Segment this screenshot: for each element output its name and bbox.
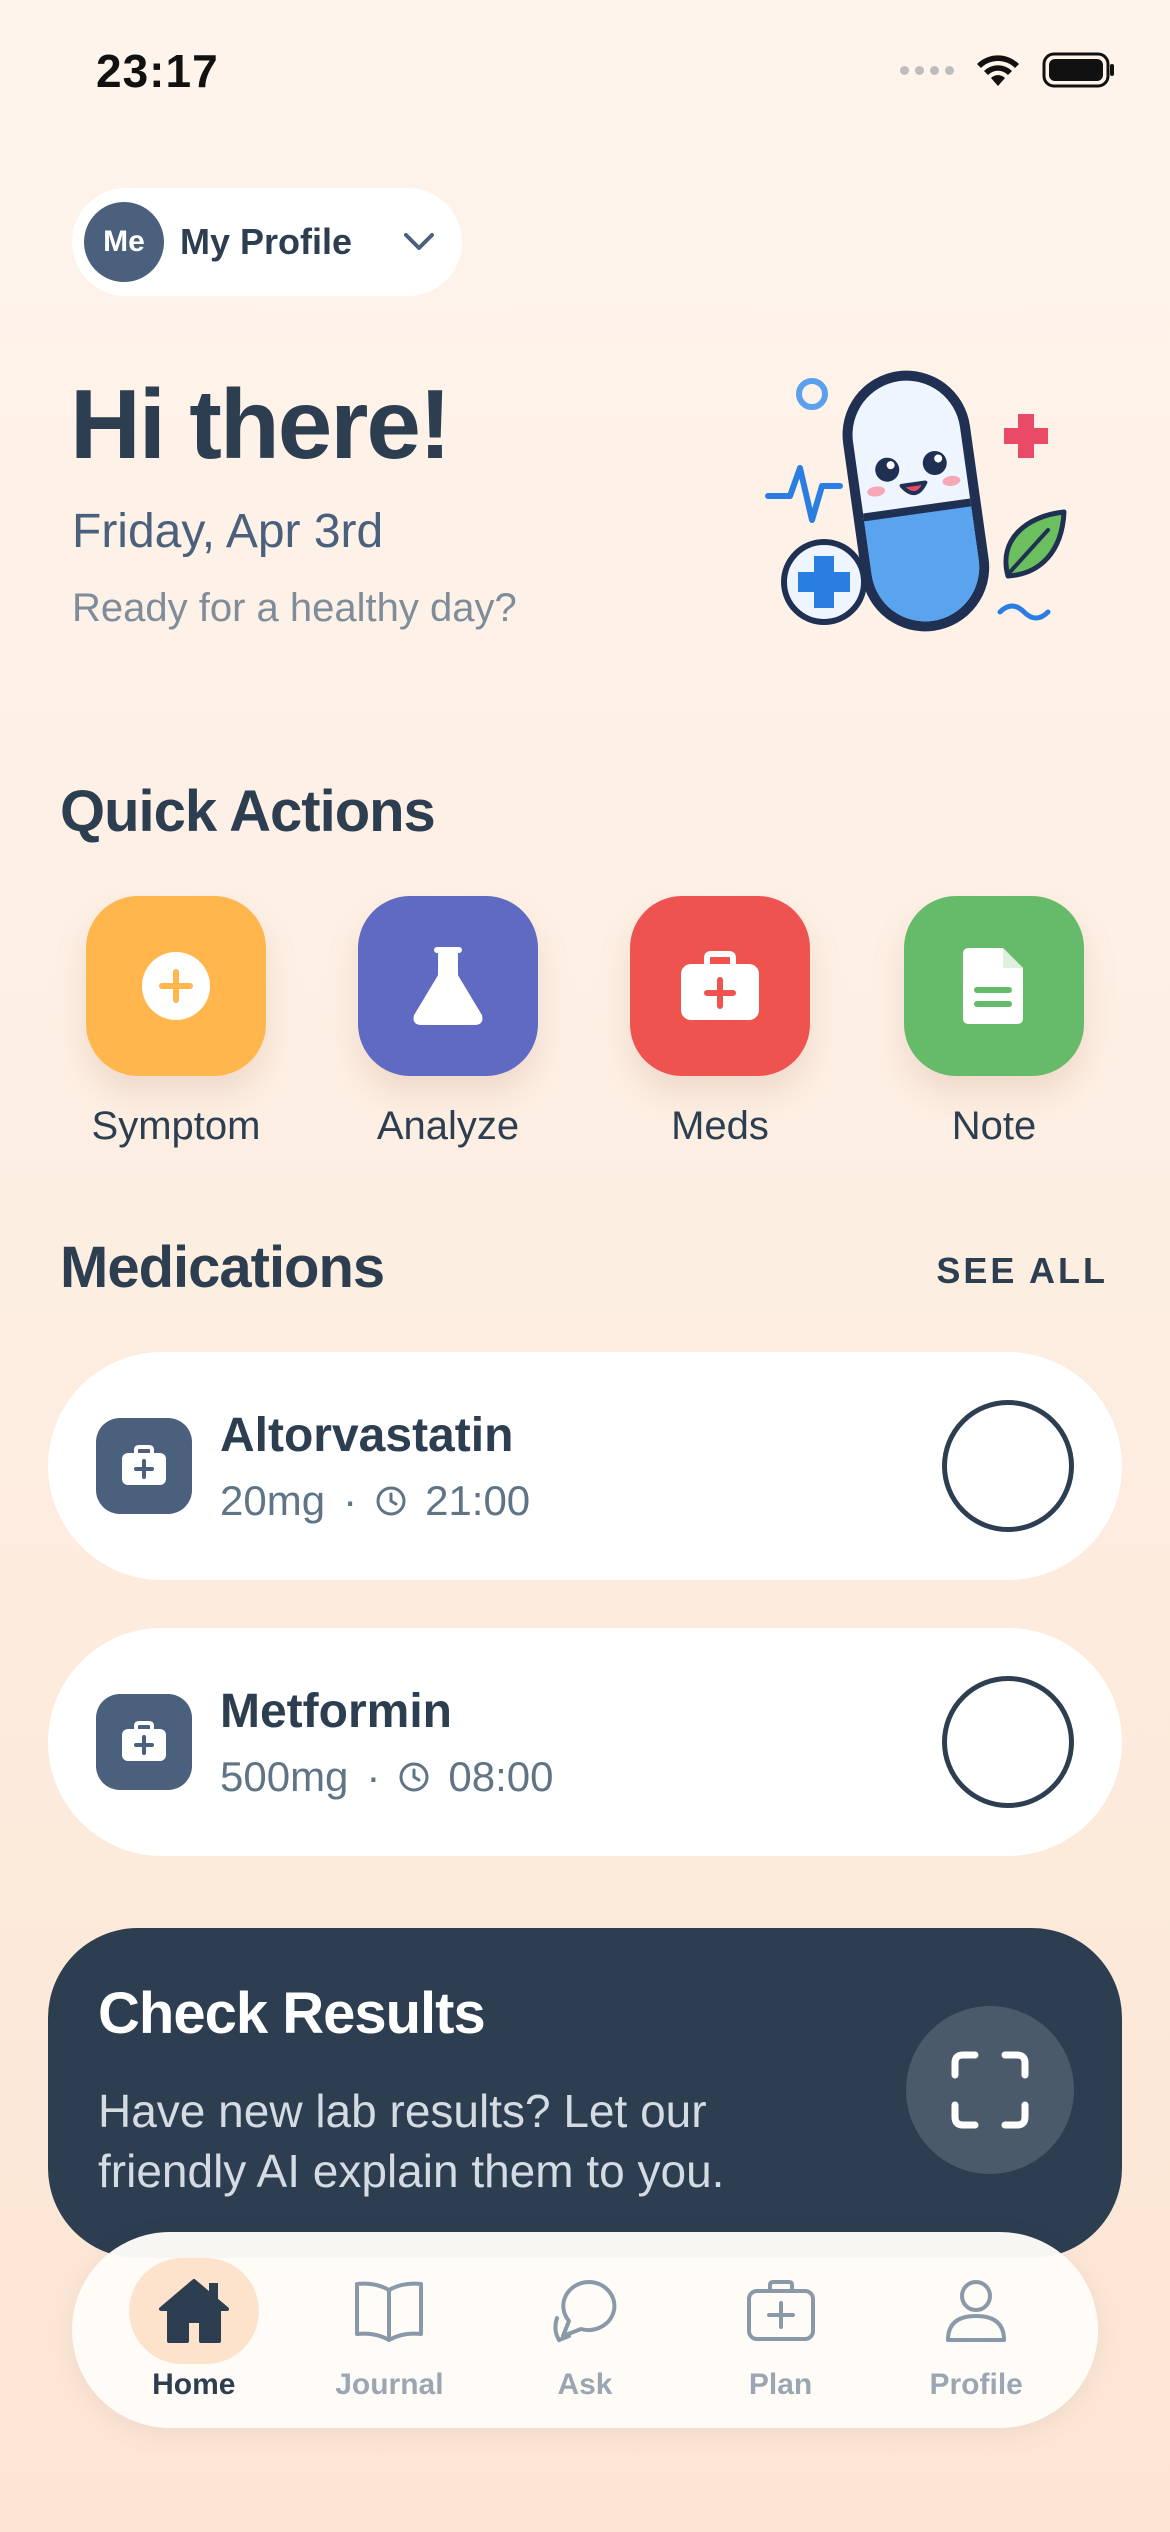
chevron-down-icon bbox=[404, 233, 434, 250]
date-label: Friday, Apr 3rd bbox=[72, 505, 384, 558]
quick-action-symptom[interactable]: Symptom bbox=[66, 896, 286, 1149]
quick-action-label: Symptom bbox=[91, 1104, 261, 1148]
quick-action-note[interactable]: Note bbox=[884, 896, 1104, 1149]
home-icon bbox=[128, 2258, 259, 2364]
page-title: Hi there! bbox=[70, 369, 452, 479]
book-icon bbox=[324, 2258, 454, 2364]
separator-dot: · bbox=[366, 1752, 381, 1800]
tab-ask[interactable]: Ask bbox=[490, 2258, 680, 2402]
battery-icon bbox=[1042, 52, 1114, 88]
quick-action-meds[interactable]: Meds bbox=[610, 896, 830, 1149]
tab-bar: Home Journal Ask Plan Profile bbox=[72, 2232, 1098, 2428]
medications-title: Medications bbox=[60, 1235, 385, 1300]
profile-switcher[interactable]: Me My Profile bbox=[72, 188, 462, 296]
tab-plan[interactable]: Plan bbox=[686, 2258, 876, 2402]
quick-action-icon-bg bbox=[86, 896, 266, 1076]
quick-action-label: Analyze bbox=[376, 1104, 520, 1148]
profile-name: My Profile bbox=[180, 221, 353, 262]
status-time: 23:17 bbox=[96, 45, 219, 97]
quick-action-label: Meds bbox=[671, 1104, 769, 1148]
chat-icon bbox=[520, 2258, 650, 2364]
medication-time: 21:00 bbox=[425, 1476, 531, 1524]
pill-mascot-illustration bbox=[765, 370, 1067, 632]
tab-label: Profile bbox=[929, 2368, 1023, 2401]
medkit-icon bbox=[96, 1418, 192, 1514]
quick-actions-title: Quick Actions bbox=[60, 779, 436, 844]
scan-button[interactable] bbox=[906, 2006, 1074, 2174]
tagline: Ready for a healthy day? bbox=[72, 586, 517, 630]
quick-action-icon-bg bbox=[904, 896, 1084, 1076]
signal-icon bbox=[900, 65, 954, 75]
medication-name: Altorvastatin bbox=[220, 1408, 514, 1462]
medication-card[interactable]: Metformin 500mg · 08:00 bbox=[48, 1628, 1122, 1856]
tab-journal[interactable]: Journal bbox=[294, 2258, 484, 2402]
clock-icon bbox=[376, 1486, 406, 1515]
medication-name: Metformin bbox=[220, 1684, 452, 1738]
quick-action-icon-bg bbox=[358, 896, 538, 1076]
avatar: Me bbox=[84, 202, 164, 282]
quick-action-label: Note bbox=[951, 1104, 1037, 1148]
wifi-icon bbox=[977, 55, 1019, 86]
tab-home[interactable]: Home bbox=[99, 2258, 289, 2402]
tab-label: Home bbox=[152, 2368, 236, 2401]
plus-circle-icon bbox=[142, 952, 210, 1020]
scan-icon bbox=[951, 2051, 1029, 2129]
flask-icon bbox=[413, 947, 483, 1025]
medication-card[interactable]: Altorvastatin 20mg · 21:00 bbox=[48, 1352, 1122, 1580]
quick-action-icon-bg bbox=[630, 896, 810, 1076]
medication-taken-checkbox[interactable] bbox=[942, 1400, 1074, 1532]
tab-label: Plan bbox=[748, 2368, 813, 2401]
see-all-link[interactable]: SEE ALL bbox=[936, 1250, 1108, 1292]
check-results-card[interactable]: Check Results Have new lab results? Let … bbox=[48, 1928, 1122, 2258]
status-icons bbox=[900, 52, 1116, 88]
separator-dot: · bbox=[343, 1476, 358, 1524]
quick-action-analyze[interactable]: Analyze bbox=[338, 896, 558, 1149]
document-icon bbox=[963, 948, 1023, 1024]
check-results-description: Have new lab results? Let our friendly A… bbox=[98, 2085, 725, 2197]
medication-time: 08:00 bbox=[448, 1752, 554, 1800]
tab-profile[interactable]: Profile bbox=[881, 2258, 1071, 2402]
tab-label: Ask bbox=[557, 2368, 613, 2401]
medkit-icon bbox=[681, 951, 759, 1020]
medkit-icon bbox=[96, 1694, 192, 1790]
medication-taken-checkbox[interactable] bbox=[942, 1676, 1074, 1808]
user-icon bbox=[911, 2258, 1041, 2364]
medication-dose: 500mg bbox=[220, 1752, 349, 1800]
medication-dose: 20mg bbox=[220, 1476, 326, 1524]
medkit-icon bbox=[716, 2258, 846, 2364]
clock-icon bbox=[399, 1762, 429, 1791]
tab-label: Journal bbox=[335, 2368, 444, 2401]
